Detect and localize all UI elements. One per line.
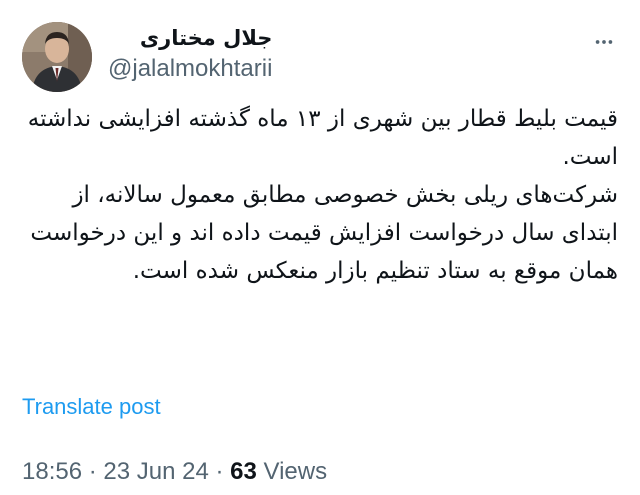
translate-post-link[interactable]: Translate post (22, 392, 161, 422)
more-horizontal-icon (595, 40, 613, 44)
tweet-time[interactable]: 18:56 (22, 458, 82, 485)
tweet-header: جلال مختاری @jalalmokhtarii (22, 22, 618, 92)
tweet-date[interactable]: 23 Jun 24 (103, 458, 208, 485)
tweet-card: جلال مختاری @jalalmokhtarii قیمت بلیط قط… (0, 0, 640, 495)
tweet-metadata: 18:56 · 23 Jun 24 · 63 Views (22, 457, 327, 487)
tweet-text: قیمت بلیط قطار بین شهری از ۱۳ ماه گذشته … (22, 100, 618, 290)
views-count: 63 (230, 458, 257, 485)
meta-separator: · (208, 458, 231, 485)
tweet-paragraph-1: قیمت بلیط قطار بین شهری از ۱۳ ماه گذشته … (27, 106, 618, 170)
user-handle[interactable]: @jalalmokhtarii (108, 54, 272, 84)
meta-separator: · (82, 458, 104, 485)
views-label: Views (256, 458, 328, 485)
display-name[interactable]: جلال مختاری (108, 24, 273, 52)
author-info: جلال مختاری @jalalmokhtarii (108, 24, 272, 84)
avatar[interactable] (22, 22, 92, 92)
more-options-button[interactable] (592, 30, 616, 54)
tweet-paragraph-2: شرکت‌های ریلی بخش خصوصی مطابق معمول سالا… (30, 182, 618, 284)
profile-photo (22, 22, 92, 92)
